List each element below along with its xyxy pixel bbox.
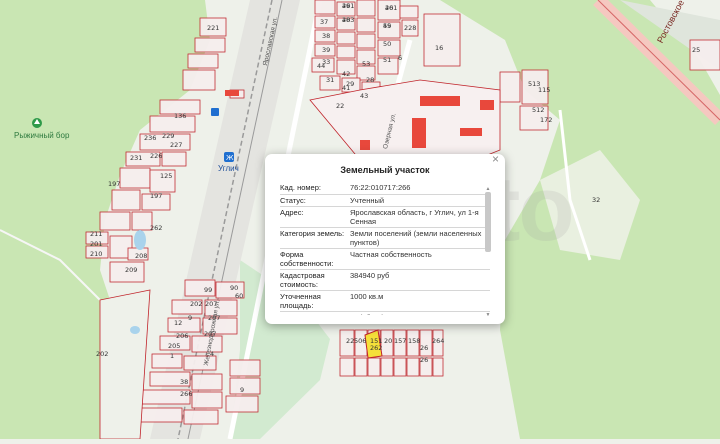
popup-title: Земельный участок: [340, 165, 430, 175]
row-key: Уточненная площадь:: [280, 292, 321, 310]
row-value: 76:22:010717:266: [350, 183, 411, 192]
info-row: Адрес: Ярославская область, г Углич, ул 1…: [280, 207, 490, 228]
row-value: Частная собственность: [350, 250, 432, 259]
row-key: Кадастровая стоимость:: [280, 271, 325, 289]
scrollbar-thumb[interactable]: [485, 192, 491, 252]
row-value: Учтенный: [350, 195, 385, 205]
info-row: Категория земель: Земли поселений (земли …: [280, 228, 490, 249]
row-value: undefined: [348, 312, 490, 315]
scroll-down-icon[interactable]: ▼: [485, 312, 491, 318]
svg-text:Ж: Ж: [226, 154, 234, 162]
row-value: 384940 руб: [350, 271, 390, 280]
info-row: Кад. номер: 76:22:010717:266: [280, 182, 490, 195]
poi-label[interactable]: Рыжичный бор: [14, 131, 69, 140]
row-key: Кад. номер:: [280, 183, 321, 192]
info-row: Разрешенноеundefined: [280, 312, 490, 315]
info-row: Уточненная площадь: 1000 кв.м: [280, 291, 490, 312]
info-row: Форма собственности: Частная собственност…: [280, 249, 490, 270]
station-label[interactable]: Углич: [218, 164, 239, 173]
popup-scrollbar[interactable]: ▲ ▼: [485, 186, 491, 318]
row-key: Статус:: [280, 195, 306, 205]
row-key: Категория земель:: [280, 229, 345, 238]
row-value: 1000 кв.м: [350, 292, 384, 301]
row-key: Разрешенное: [280, 312, 348, 315]
parcel-info-popup: Земельный участок × Кад. номер: 76:22:010…: [265, 154, 505, 324]
row-value: Земли поселений (земли населенных пункто…: [350, 229, 482, 247]
row-key: Адрес:: [280, 208, 304, 217]
close-icon[interactable]: ×: [492, 154, 499, 166]
info-row: Кадастровая стоимость: 384940 руб: [280, 270, 490, 291]
row-key: Форма собственности:: [280, 250, 334, 268]
info-table: Кад. номер: 76:22:010717:266 Статус: Учтен…: [280, 182, 490, 315]
info-row: Статус: Учтенный: [280, 195, 490, 207]
row-value: Ярославская область, г Углич, ул 1-я Сен…: [350, 208, 479, 226]
